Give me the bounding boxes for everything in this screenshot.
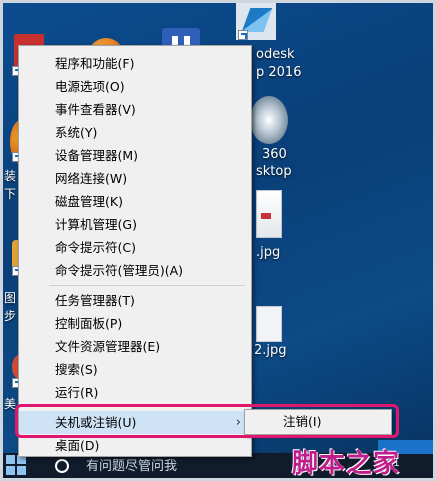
menu-item-file-explorer[interactable]: 文件资源管理器(E)	[19, 335, 251, 358]
menu-item-search[interactable]: 搜索(S)	[19, 358, 251, 381]
menu-item-label: 关机或注销(U)	[55, 415, 137, 430]
menu-item-computer-management[interactable]: 计算机管理(G)	[19, 213, 251, 236]
desktop: odesk p 2016 360 sktop .jpg 2.jpg 装 下 图 …	[0, 0, 436, 481]
menu-item-shutdown-signout[interactable]: 关机或注销(U) ›	[19, 411, 251, 434]
windows-start-button[interactable]	[6, 455, 28, 477]
watermark-text: 脚本之家	[292, 449, 401, 479]
menu-item-event-viewer[interactable]: 事件查看器(V)	[19, 98, 251, 121]
desktop-label-jpg2: 2.jpg	[254, 343, 287, 358]
menu-separator	[49, 406, 245, 407]
desktop-label-left-d: 步	[4, 309, 17, 323]
taskbar-search-box[interactable]: 有问题尽管问我	[86, 455, 177, 474]
menu-item-device-manager[interactable]: 设备管理器(M)	[19, 144, 251, 167]
chevron-right-icon: ›	[235, 415, 241, 430]
desktop-label-left-b: 下	[4, 187, 17, 201]
jpg-file-icon[interactable]	[256, 190, 282, 238]
windows-logo-icon	[6, 455, 15, 464]
desktop-label-left-c: 图	[4, 291, 17, 305]
menu-item-task-manager[interactable]: 任务管理器(T)	[19, 289, 251, 312]
desktop-label-autodesk-1: odesk	[256, 47, 295, 62]
desktop-label-autodesk-2: p 2016	[256, 65, 302, 80]
desktop-label-360-2: sktop	[256, 164, 292, 179]
menu-item-network-connections[interactable]: 网络连接(W)	[19, 167, 251, 190]
menu-item-desktop[interactable]: 桌面(D)	[19, 434, 251, 457]
menu-item-control-panel[interactable]: 控制面板(P)	[19, 312, 251, 335]
cortana-icon[interactable]	[55, 459, 69, 473]
shortcut-arrow-icon	[238, 30, 248, 40]
desktop-label-360-1: 360	[262, 147, 287, 162]
menu-item-command-prompt-admin[interactable]: 命令提示符(管理员)(A)	[19, 259, 251, 282]
menu-item-power-options[interactable]: 电源选项(O)	[19, 75, 251, 98]
submenu-item-signout[interactable]: 注销(I)	[245, 411, 391, 433]
desktop-label-left-e: 美	[4, 397, 17, 411]
360-desktop-icon[interactable]	[250, 96, 288, 144]
menu-item-disk-management[interactable]: 磁盘管理(K)	[19, 190, 251, 213]
menu-item-run[interactable]: 运行(R)	[19, 381, 251, 404]
jpg-file-icon[interactable]	[256, 306, 282, 342]
menu-item-system[interactable]: 系统(Y)	[19, 121, 251, 144]
menu-item-command-prompt[interactable]: 命令提示符(C)	[19, 236, 251, 259]
shutdown-submenu: 注销(I)	[244, 409, 392, 435]
menu-separator	[49, 285, 245, 286]
winx-context-menu: 程序和功能(F) 电源选项(O) 事件查看器(V) 系统(Y) 设备管理器(M)…	[18, 45, 252, 457]
desktop-label-jpg1: .jpg	[256, 245, 281, 260]
menu-item-programs-features[interactable]: 程序和功能(F)	[19, 52, 251, 75]
desktop-label-left-a: 装	[4, 169, 17, 183]
